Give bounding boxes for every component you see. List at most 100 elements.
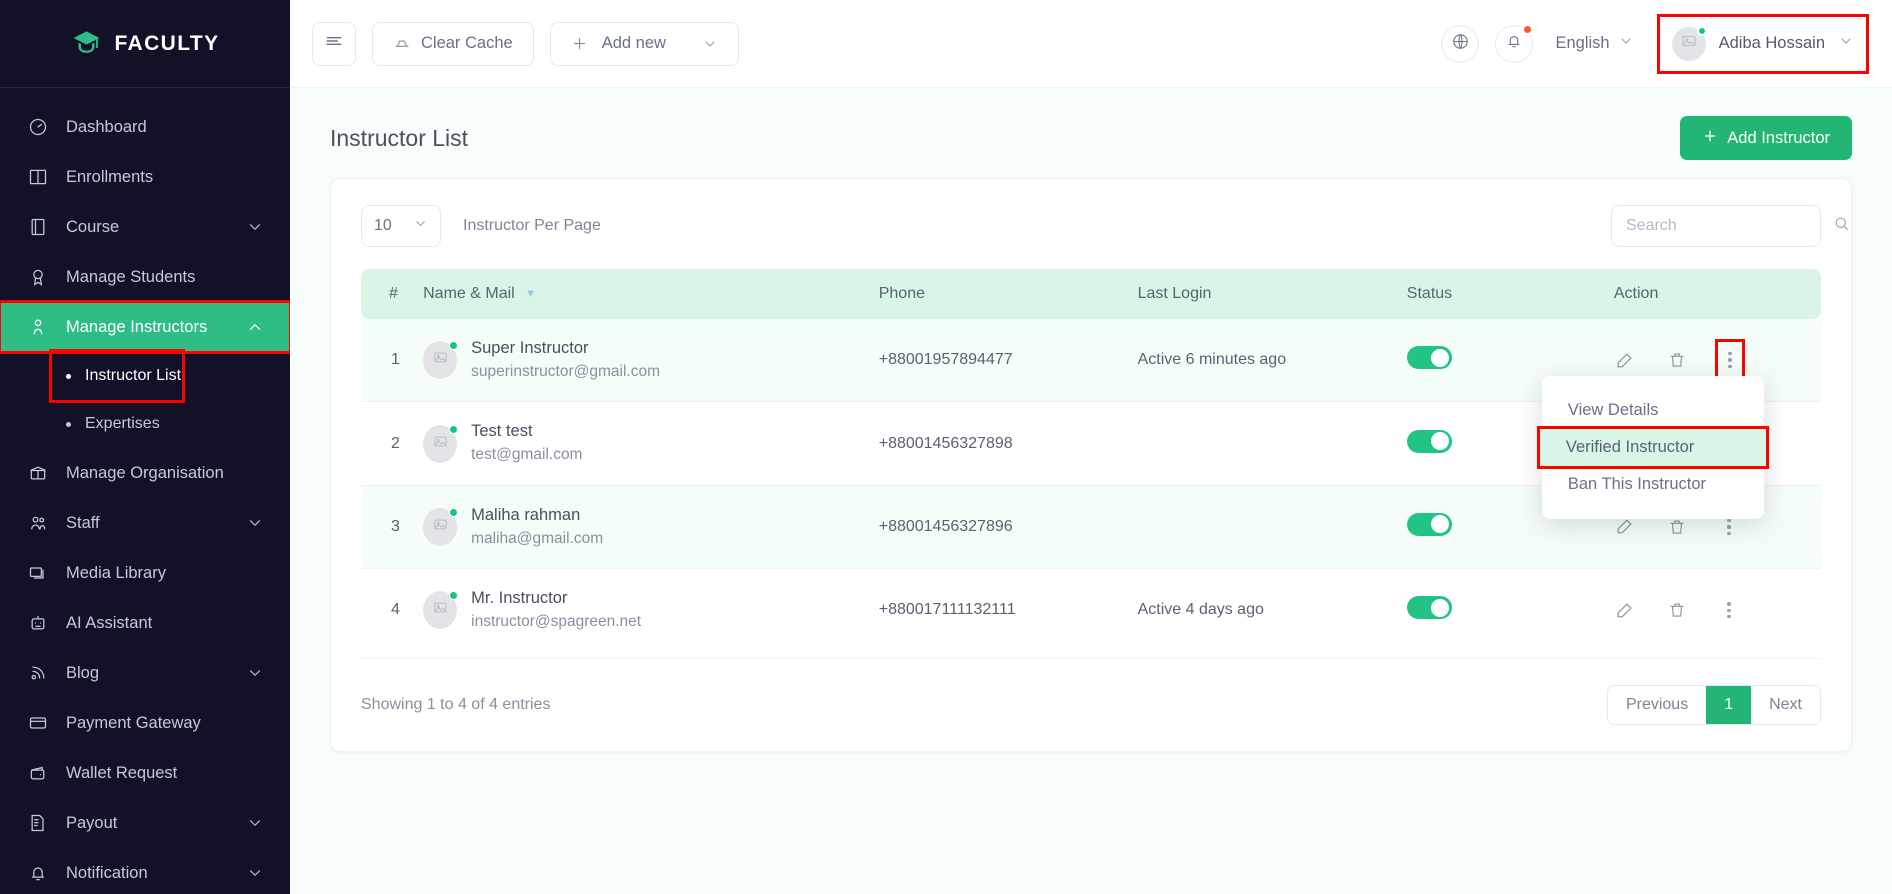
user-menu[interactable]: Adiba Hossain <box>1656 13 1870 74</box>
image-placeholder-icon <box>433 600 448 620</box>
person-name: Maliha rahman <box>471 505 581 524</box>
card-toolbar: 10 Instructor Per Page <box>361 205 1849 269</box>
avatar <box>423 591 459 630</box>
trash-icon[interactable] <box>1666 599 1688 621</box>
dropdown-item-view-details[interactable]: View Details <box>1542 392 1764 429</box>
kebab-dots <box>1727 602 1731 619</box>
bullet-dot-icon <box>66 421 71 427</box>
status-toggle[interactable] <box>1406 512 1452 536</box>
image-placeholder-icon <box>433 350 448 370</box>
pagination-next[interactable]: Next <box>1751 686 1820 724</box>
wallet-icon <box>26 761 50 785</box>
per-page-area: 10 Instructor Per Page <box>361 205 601 247</box>
sidebar-item-label: Payout <box>66 813 118 832</box>
column-header-status[interactable]: Status <box>1407 269 1614 319</box>
pagination-page-1[interactable]: 1 <box>1706 685 1752 724</box>
online-status-dot <box>1696 25 1707 36</box>
kebab-more-icon[interactable] <box>1714 339 1745 382</box>
trash-icon[interactable] <box>1666 349 1688 371</box>
cell-name-mail: Maliha rahman maliha@gmail.com <box>423 485 879 570</box>
notification-button[interactable] <box>1495 23 1534 63</box>
media-stack-icon <box>26 561 50 585</box>
person-mail: superinstructor@gmail.com <box>471 362 661 380</box>
add-new-label: Add new <box>601 34 666 52</box>
avatar <box>423 507 459 546</box>
sidebar-item-payout[interactable]: Payout <box>0 798 290 848</box>
table-row[interactable]: 1 Super Instructor superinstructor@gmail… <box>361 319 1821 520</box>
cell-action <box>1614 569 1821 652</box>
online-status-dot <box>449 341 459 351</box>
graduation-cap-icon <box>70 27 103 60</box>
hamburger-menu-button[interactable] <box>312 21 356 66</box>
person: Maliha rahman maliha@gmail.com <box>423 504 879 550</box>
search-icon[interactable] <box>1833 215 1850 237</box>
language-globe-button[interactable] <box>1441 24 1480 63</box>
pagination-previous[interactable]: Previous <box>1608 686 1706 724</box>
sidebar-item-media-library[interactable]: Media Library <box>0 548 290 598</box>
sidebar-item-blog[interactable]: Blog <box>0 648 290 698</box>
sidebar-item-manage-organisation[interactable]: Manage Organisation <box>0 448 290 498</box>
column-header-index[interactable]: # <box>361 269 423 319</box>
cell-name-mail: Test test test@gmail.com <box>423 401 879 486</box>
sidebar-subitem-label: Expertises <box>85 415 160 432</box>
sidebar-subitem-instructor-list[interactable]: Instructor List <box>49 349 185 403</box>
notification-badge-dot <box>1522 23 1534 35</box>
sidebar-item-label: Manage Students <box>66 267 196 286</box>
caret-down-icon[interactable]: ▼ <box>525 288 536 300</box>
edit-pencil-icon[interactable] <box>1614 599 1636 621</box>
column-header-name-mail[interactable]: Name & Mail ▼ <box>423 269 879 319</box>
trash-icon[interactable] <box>1666 516 1688 538</box>
row-more-menu-host: View Details Verified Instructor Ban Thi… <box>1536 339 1769 520</box>
cell-status <box>1406 569 1614 652</box>
kebab-more-icon[interactable] <box>1718 599 1740 621</box>
person-name: Test test <box>471 422 533 441</box>
table-header-row: # Name & Mail ▼ Phone Last Login Status … <box>361 269 1821 319</box>
table-row[interactable]: 4 Mr. Instructor instructor@spagreen.net… <box>361 569 1821 652</box>
sidebar-item-dashboard[interactable]: Dashboard <box>0 102 290 152</box>
sidebar-subitem-expertises[interactable]: Expertises <box>0 400 290 448</box>
search-input[interactable] <box>1626 217 1833 235</box>
dropdown-item-ban-this-instructor[interactable]: Ban This Instructor <box>1542 466 1764 503</box>
status-toggle[interactable] <box>1406 596 1452 620</box>
status-toggle[interactable] <box>1406 346 1452 370</box>
search-box[interactable] <box>1611 205 1849 247</box>
eraser-icon <box>393 35 411 53</box>
status-toggle[interactable] <box>1406 429 1452 453</box>
sidebar-item-course[interactable]: Course <box>0 202 290 252</box>
sidebar-item-notification[interactable]: Notification <box>0 848 290 894</box>
column-header-last-login[interactable]: Last Login <box>1138 269 1407 319</box>
sidebar-item-manage-instructors[interactable]: Manage Instructors <box>0 300 290 354</box>
sidebar-item-payment-gateway[interactable]: Payment Gateway <box>0 698 290 748</box>
online-status-dot <box>449 591 459 601</box>
cell-index: 1 <box>361 319 424 403</box>
add-new-button[interactable]: Add new <box>549 21 739 66</box>
cell-index: 4 <box>391 601 400 619</box>
sidebar-item-enrollments[interactable]: Enrollments <box>0 152 290 202</box>
row-actions <box>1614 599 1821 621</box>
person-name: Mr. Instructor <box>471 589 568 608</box>
plus-icon <box>1702 128 1718 149</box>
sidebar-item-label: Wallet Request <box>66 763 178 782</box>
bullet-dot-icon <box>66 373 71 379</box>
per-page-select[interactable]: 10 <box>361 205 441 247</box>
clear-cache-button[interactable]: Clear Cache <box>372 21 534 66</box>
invoice-dollar-icon <box>26 811 50 835</box>
sidebar-nav: Dashboard Enrollments Course Manage Stud… <box>0 88 290 894</box>
sidebar-item-staff[interactable]: Staff <box>0 498 290 548</box>
organisation-icon <box>26 461 50 485</box>
add-instructor-button[interactable]: Add Instructor <box>1680 116 1852 160</box>
brand-logo-area[interactable]: FACULTY <box>0 0 290 88</box>
image-placeholder-icon <box>1681 33 1697 54</box>
person-mail: instructor@spagreen.net <box>471 613 642 631</box>
kebab-more-icon[interactable] <box>1718 516 1740 538</box>
dropdown-item-verified-instructor[interactable]: Verified Instructor <box>1536 426 1769 470</box>
sidebar-item-ai-assistant[interactable]: AI Assistant <box>0 598 290 648</box>
column-header-phone[interactable]: Phone <box>879 269 1138 319</box>
sidebar-item-manage-students[interactable]: Manage Students <box>0 252 290 302</box>
edit-pencil-icon[interactable] <box>1614 349 1636 371</box>
page-header: Instructor List Add Instructor <box>290 88 1892 178</box>
sidebar-item-wallet-request[interactable]: Wallet Request <box>0 748 290 798</box>
edit-pencil-icon[interactable] <box>1614 516 1636 538</box>
language-selector[interactable]: English <box>1555 33 1633 54</box>
kebab-dots <box>1727 518 1731 536</box>
